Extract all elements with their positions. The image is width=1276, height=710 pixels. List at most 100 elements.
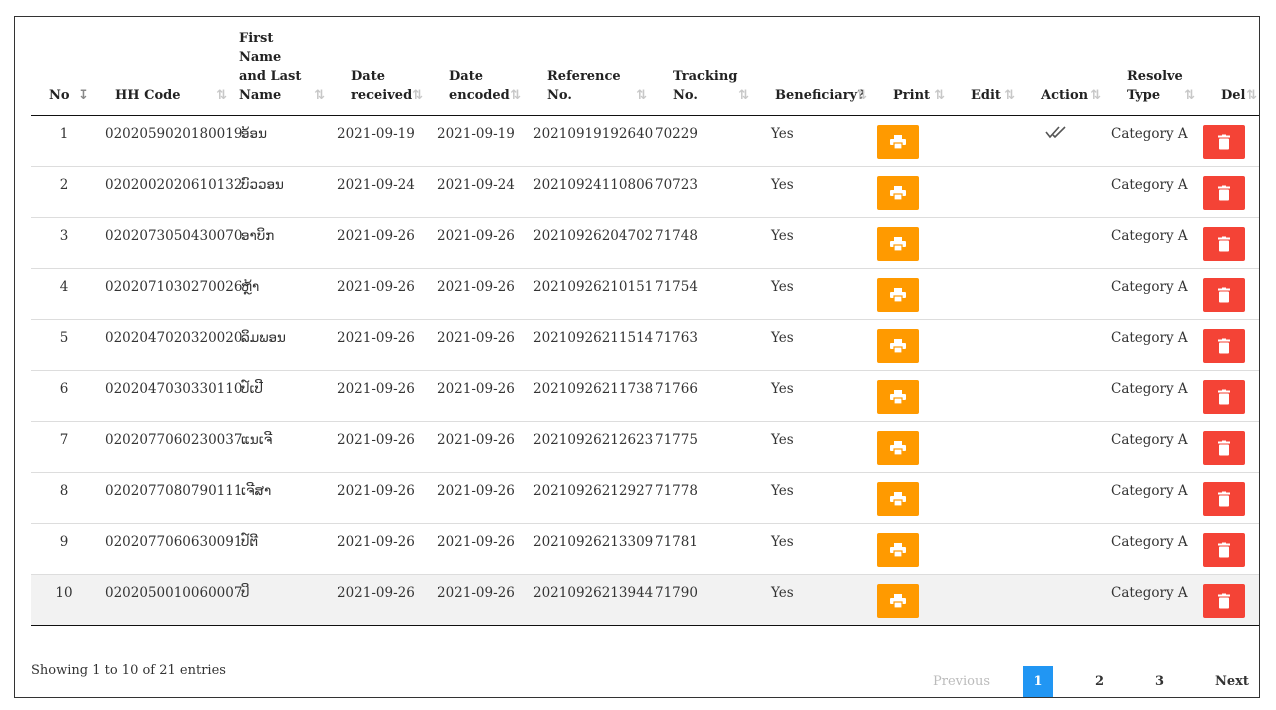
row-number: 3 <box>31 217 97 269</box>
delete-button[interactable] <box>1203 278 1245 312</box>
reference-no-cell: 20210926212927 <box>529 472 655 524</box>
hh-code-cell-text: 0202047020320020 <box>105 330 243 346</box>
reference-no-cell: 20210926211738 <box>529 370 655 422</box>
delete-button[interactable] <box>1203 431 1245 465</box>
resolve-type-text: Category A <box>1111 177 1188 193</box>
beneficiary-cell: Yes <box>757 166 875 218</box>
column-header-reference-no[interactable]: Reference No. ⇅ <box>529 17 655 116</box>
column-header-beneficiary[interactable]: Beneficiary? ⇅ <box>757 17 875 116</box>
table-row: 1 0202059020180019 ອ້ອນ 2021-09-19 2021-09-1… <box>31 115 1259 167</box>
column-header-hh-code[interactable]: HH Code ⇅ <box>97 17 235 116</box>
reference-no-cell: 20210926204702 <box>529 217 655 269</box>
tracking-no-cell: 71748 <box>655 217 757 269</box>
delete-button[interactable] <box>1203 482 1245 516</box>
column-header-date-received[interactable]: Date received ⇅ <box>333 17 431 116</box>
column-header-edit[interactable]: Edit ⇅ <box>953 17 1023 116</box>
delete-button[interactable] <box>1203 380 1245 414</box>
delete-button[interactable] <box>1203 176 1245 210</box>
edit-cell <box>953 115 1023 167</box>
row-number: 8 <box>31 472 97 524</box>
column-header-resolve-type[interactable]: Resolve Type ⇅ <box>1109 17 1203 116</box>
print-button[interactable] <box>877 380 919 414</box>
delete-button[interactable] <box>1203 329 1245 363</box>
column-header-action[interactable]: Action ⇅ <box>1023 17 1109 116</box>
delete-cell <box>1203 421 1259 473</box>
pagination-previous[interactable]: Previous <box>933 674 990 689</box>
column-header-label: Edit <box>971 88 1001 103</box>
column-header-name[interactable]: First Name and Last Name ⇅ <box>235 17 333 116</box>
name-cell: ປ໌ເປີ <box>235 370 333 422</box>
edit-cell <box>953 370 1023 422</box>
date-received-cell: 2021-09-26 <box>333 268 431 320</box>
name-cell-text: ອາບິກ <box>241 228 275 244</box>
pagination-page-2[interactable]: 2 <box>1095 674 1104 689</box>
print-button[interactable] <box>877 431 919 465</box>
edit-cell <box>953 421 1023 473</box>
date-received-cell: 2021-09-26 <box>333 217 431 269</box>
print-button[interactable] <box>877 533 919 567</box>
reference-no-cell: 20210924110806 <box>529 166 655 218</box>
reference-no-cell-text: 20210926212927 <box>533 483 654 499</box>
row-number-text: 3 <box>59 228 69 244</box>
column-header-no[interactable]: No ↧ <box>31 17 97 116</box>
date-received-cell: 2021-09-24 <box>333 166 431 218</box>
beneficiary-cell-text: Yes <box>771 228 794 244</box>
pagination-page-1[interactable]: 1 <box>1023 666 1053 697</box>
pagination-next[interactable]: Next <box>1215 674 1249 689</box>
resolve-type-text: Category A <box>1111 585 1188 601</box>
tracking-no-cell: 71781 <box>655 523 757 575</box>
edit-cell <box>953 574 1023 626</box>
tracking-no-cell-text: 71781 <box>655 534 698 550</box>
action-cell <box>1023 115 1109 167</box>
tracking-no-cell: 71763 <box>655 319 757 371</box>
print-button[interactable] <box>877 329 919 363</box>
name-cell: ຫຼ້າ <box>235 268 333 320</box>
edit-cell <box>953 166 1023 218</box>
name-cell-text: ປ໌ຕີ <box>241 534 259 550</box>
resolve-type-text: Category A <box>1111 228 1188 244</box>
resolve-type-cell: Category A <box>1109 319 1203 371</box>
double-check-icon[interactable] <box>1045 125 1067 143</box>
column-header-label: First Name and Last Name <box>239 31 302 103</box>
resolve-type-text: Category A <box>1111 126 1188 142</box>
row-number: 1 <box>31 115 97 167</box>
hh-code-cell: 0202059020180019 <box>97 115 242 167</box>
print-button[interactable] <box>877 584 919 618</box>
table-row: 7 0202077060230037 ແນເຈີ 2021-09-26 2021-09-… <box>31 421 1259 473</box>
delete-button[interactable] <box>1203 125 1245 159</box>
tracking-no-cell: 70723 <box>655 166 757 218</box>
date-received-cell-text: 2021-09-26 <box>337 585 415 601</box>
table-body: 1 0202059020180019 ອ້ອນ 2021-09-19 2021-09-1… <box>31 115 1259 626</box>
beneficiary-cell: Yes <box>757 421 875 473</box>
reference-no-cell: 20210926213309 <box>529 523 655 575</box>
beneficiary-cell: Yes <box>757 472 875 524</box>
print-button[interactable] <box>877 482 919 516</box>
print-button[interactable] <box>877 278 919 312</box>
column-header-tracking-no[interactable]: Tracking No. ⇅ <box>655 17 757 116</box>
date-encoded-cell: 2021-09-26 <box>431 268 529 320</box>
edit-cell <box>953 268 1023 320</box>
beneficiary-cell: Yes <box>757 268 875 320</box>
print-button[interactable] <box>877 227 919 261</box>
date-received-cell: 2021-09-26 <box>333 319 431 371</box>
row-number-text: 8 <box>59 483 69 499</box>
row-number-text: 6 <box>59 381 69 397</box>
column-header-del[interactable]: Del ⇅ <box>1203 17 1259 116</box>
delete-button[interactable] <box>1203 533 1245 567</box>
action-cell <box>1023 523 1109 575</box>
beneficiary-cell-text: Yes <box>771 381 794 397</box>
date-received-cell: 2021-09-26 <box>333 574 431 626</box>
print-button[interactable] <box>877 125 919 159</box>
edit-cell <box>953 319 1023 371</box>
pagination-page-3[interactable]: 3 <box>1155 674 1164 689</box>
row-number-text: 2 <box>59 177 69 193</box>
column-header-print[interactable]: Print ⇅ <box>875 17 953 116</box>
hh-code-cell-text: 0202077080790111 <box>105 483 243 499</box>
table-row: 5 0202047020320020 ລິມພອນ 2021-09-26 2021-09… <box>31 319 1259 371</box>
column-header-date-encoded[interactable]: Date encoded ⇅ <box>431 17 529 116</box>
print-button[interactable] <box>877 176 919 210</box>
resolve-type-cell: Category A <box>1109 523 1203 575</box>
delete-button[interactable] <box>1203 584 1245 618</box>
delete-button[interactable] <box>1203 227 1245 261</box>
edit-cell <box>953 217 1023 269</box>
